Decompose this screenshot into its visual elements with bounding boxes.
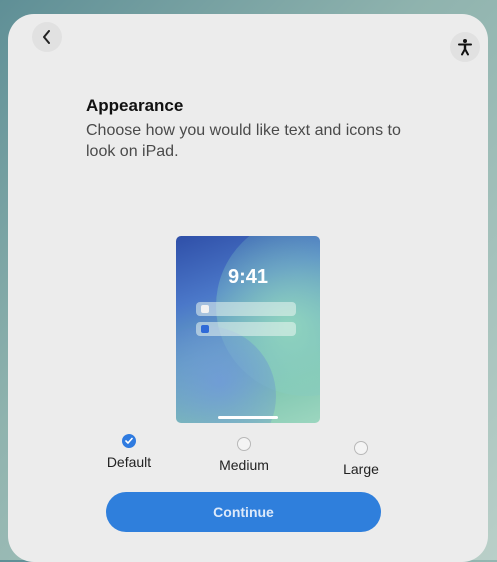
option-default[interactable]: Default bbox=[84, 434, 174, 470]
preview-time: 9:41 bbox=[227, 266, 269, 288]
radio-selected[interactable] bbox=[122, 434, 136, 448]
option-medium[interactable]: Medium bbox=[199, 437, 289, 473]
back-button[interactable] bbox=[32, 22, 62, 52]
home-indicator bbox=[218, 416, 278, 419]
appearance-sheet: Appearance Choose how you would like tex… bbox=[8, 14, 488, 562]
page-title: Appearance bbox=[86, 96, 184, 115]
radio-unselected[interactable] bbox=[354, 441, 368, 455]
preview-widget bbox=[196, 322, 296, 336]
option-label: Medium bbox=[219, 457, 269, 473]
option-large[interactable]: Large bbox=[316, 441, 406, 477]
accessibility-person-icon bbox=[458, 39, 472, 56]
continue-button[interactable]: Continue bbox=[106, 492, 381, 532]
checkmark-icon bbox=[125, 437, 133, 444]
option-label: Default bbox=[106, 454, 152, 470]
ipad-lock-screen-preview: 9:41 bbox=[176, 236, 320, 423]
option-label: Large bbox=[343, 461, 379, 477]
chevron-left-icon bbox=[43, 30, 50, 44]
radio-unselected[interactable] bbox=[237, 437, 251, 451]
widget-dot bbox=[201, 305, 209, 313]
accessibility-button[interactable] bbox=[450, 32, 480, 62]
page-subtitle: Choose how you would like text and icons… bbox=[86, 122, 401, 160]
preview-widget bbox=[196, 302, 296, 316]
widget-dot bbox=[201, 325, 209, 333]
